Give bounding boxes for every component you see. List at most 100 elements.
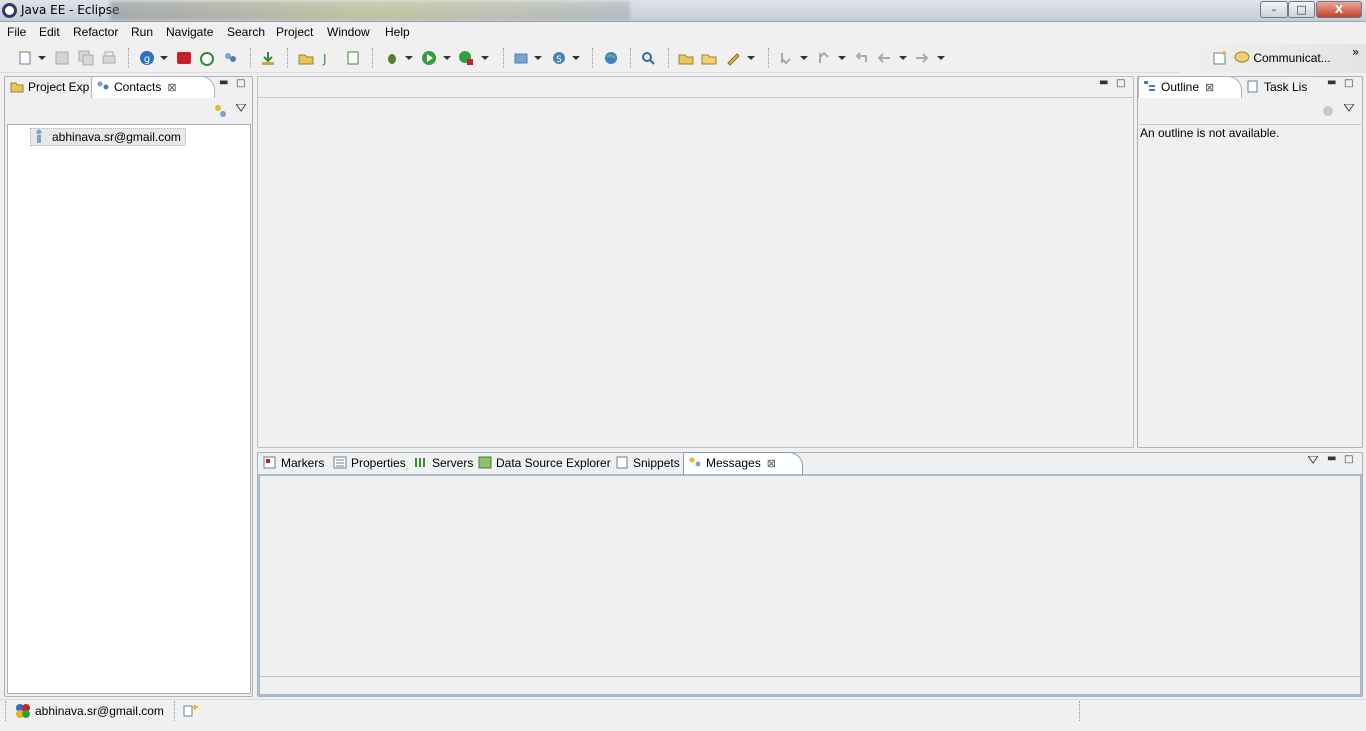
tab-data-source-explorer[interactable]: Data Source Explorer: [474, 453, 611, 475]
back-dropdown-icon[interactable]: [899, 56, 907, 60]
person-icon: [36, 129, 42, 143]
tab-label: Contacts: [114, 80, 162, 94]
toolbar-separator: [128, 48, 129, 68]
menu-refactor[interactable]: Refactor: [73, 25, 118, 39]
add-contact-icon[interactable]: [212, 103, 228, 119]
web-service-dropdown-icon[interactable]: [572, 56, 580, 60]
minimize-view-icon[interactable]: ▬: [1327, 453, 1336, 464]
view-menu-icon[interactable]: [1308, 456, 1318, 464]
menu-navigate[interactable]: Navigate: [166, 25, 213, 39]
save-icon[interactable]: [54, 50, 70, 66]
external-tools-dropdown-icon[interactable]: [481, 56, 489, 60]
menu-bar: File Edit Refactor Run Navigate Search P…: [0, 22, 1366, 43]
menu-search[interactable]: Search: [227, 25, 265, 39]
open-perspective-icon[interactable]: [1212, 50, 1228, 66]
run-icon[interactable]: [421, 50, 437, 66]
back-arrow-icon[interactable]: [876, 50, 892, 66]
menu-project[interactable]: Project: [276, 25, 313, 39]
new-server-icon[interactable]: [513, 50, 529, 66]
editor-minimize-icon[interactable]: ▬: [1099, 77, 1108, 88]
tab-label: Markers: [281, 456, 325, 470]
toolbox-red-icon[interactable]: [176, 50, 192, 66]
more-perspectives-chevron-icon[interactable]: »: [1352, 45, 1359, 59]
users-blue-icon[interactable]: [222, 50, 238, 66]
tab-snippets[interactable]: Snippets: [611, 453, 682, 475]
maximize-view-icon[interactable]: □: [1344, 454, 1353, 465]
toolbar-separator: [287, 48, 288, 68]
servers-icon: [415, 458, 425, 467]
next-annotation-icon[interactable]: [778, 50, 794, 66]
task-list-icon: [1247, 80, 1258, 93]
close-tab-icon[interactable]: ⊠: [767, 454, 776, 475]
status-account[interactable]: abhinava.sr@gmail.com: [35, 704, 164, 718]
status-separator: [1079, 701, 1081, 721]
close-tab-icon[interactable]: ⊠: [167, 78, 176, 99]
contact-item[interactable]: abhinava.sr@gmail.com: [30, 128, 186, 146]
server-dropdown-icon[interactable]: [534, 56, 542, 60]
tab-servers[interactable]: Servers: [410, 453, 473, 475]
minimize-button[interactable]: –: [1260, 1, 1288, 18]
close-button[interactable]: X: [1316, 1, 1362, 18]
google-account-icon[interactable]: g: [139, 50, 155, 66]
annotation-dropdown-icon[interactable]: [747, 56, 755, 60]
new-dropdown-icon[interactable]: [38, 56, 46, 60]
menu-help[interactable]: Help: [385, 25, 410, 39]
view-menu-icon[interactable]: [1344, 104, 1354, 112]
search-pointer-icon[interactable]: [640, 50, 656, 66]
contacts-icon: [97, 81, 109, 90]
forward-dropdown-icon[interactable]: [937, 56, 945, 60]
new-icon[interactable]: [18, 50, 34, 66]
previous-annotation-dropdown-icon[interactable]: [838, 56, 846, 60]
editor-maximize-icon[interactable]: □: [1116, 78, 1125, 89]
open-folder-icon[interactable]: [701, 50, 717, 66]
debug-icon[interactable]: [384, 50, 400, 66]
close-tab-icon[interactable]: ⊠: [1205, 78, 1214, 99]
tab-outline[interactable]: Outline ⊠: [1138, 76, 1242, 98]
menu-file[interactable]: File: [7, 25, 26, 39]
blurred-taskbar-strip: [110, 1, 630, 20]
print-icon[interactable]: [101, 50, 117, 66]
new-java-class-icon[interactable]: J: [321, 50, 337, 66]
menu-window[interactable]: Window: [327, 25, 370, 39]
editor-area: [257, 76, 1134, 448]
run-dropdown-icon[interactable]: [443, 56, 451, 60]
maximize-button[interactable]: □: [1288, 1, 1315, 18]
minimize-view-icon[interactable]: ▬: [219, 77, 228, 88]
tab-task-list[interactable]: Task Lis: [1242, 77, 1308, 99]
open-type-icon[interactable]: [678, 50, 694, 66]
new-project-icon[interactable]: [298, 50, 314, 66]
focus-active-task-icon[interactable]: [1321, 104, 1335, 118]
chat-bubble-icon: [1234, 51, 1250, 63]
debug-dropdown-icon[interactable]: [405, 56, 413, 60]
properties-icon: [333, 456, 347, 469]
tab-properties[interactable]: Properties: [329, 453, 408, 475]
green-clock-icon[interactable]: [199, 50, 215, 66]
deploy-down-arrow-icon[interactable]: [260, 50, 276, 66]
google-dropdown-icon[interactable]: [160, 56, 168, 60]
tab-markers[interactable]: Markers: [259, 453, 327, 475]
menu-run[interactable]: Run: [131, 25, 153, 39]
forward-arrow-icon[interactable]: [914, 50, 930, 66]
new-file-icon[interactable]: [345, 50, 361, 66]
toolbar-separator: [372, 48, 373, 68]
project-explorer-icon: [10, 82, 24, 93]
view-menu-icon[interactable]: [236, 104, 246, 112]
menu-edit[interactable]: Edit: [39, 25, 60, 39]
annotation-pen-icon[interactable]: [725, 50, 741, 66]
save-all-icon[interactable]: [78, 50, 94, 66]
tab-contacts[interactable]: Contacts ⊠: [91, 76, 215, 98]
maximize-view-icon[interactable]: □: [1344, 78, 1353, 89]
external-tools-icon[interactable]: [458, 50, 474, 66]
previous-annotation-icon[interactable]: [816, 50, 832, 66]
svg-text:S: S: [556, 55, 562, 65]
web-service-icon[interactable]: S: [551, 50, 567, 66]
web-browser-globe-icon[interactable]: [603, 50, 619, 66]
fast-view-icon[interactable]: [183, 704, 199, 718]
last-edit-icon[interactable]: [853, 50, 869, 66]
communicator-perspective-button[interactable]: Communicat...: [1234, 51, 1331, 65]
tab-messages[interactable]: Messages ⊠: [683, 452, 803, 474]
next-annotation-dropdown-icon[interactable]: [800, 56, 808, 60]
maximize-view-icon[interactable]: □: [236, 78, 245, 89]
minimize-view-icon[interactable]: ▬: [1327, 77, 1336, 88]
tab-project-explorer[interactable]: Project Exp: [6, 77, 92, 99]
